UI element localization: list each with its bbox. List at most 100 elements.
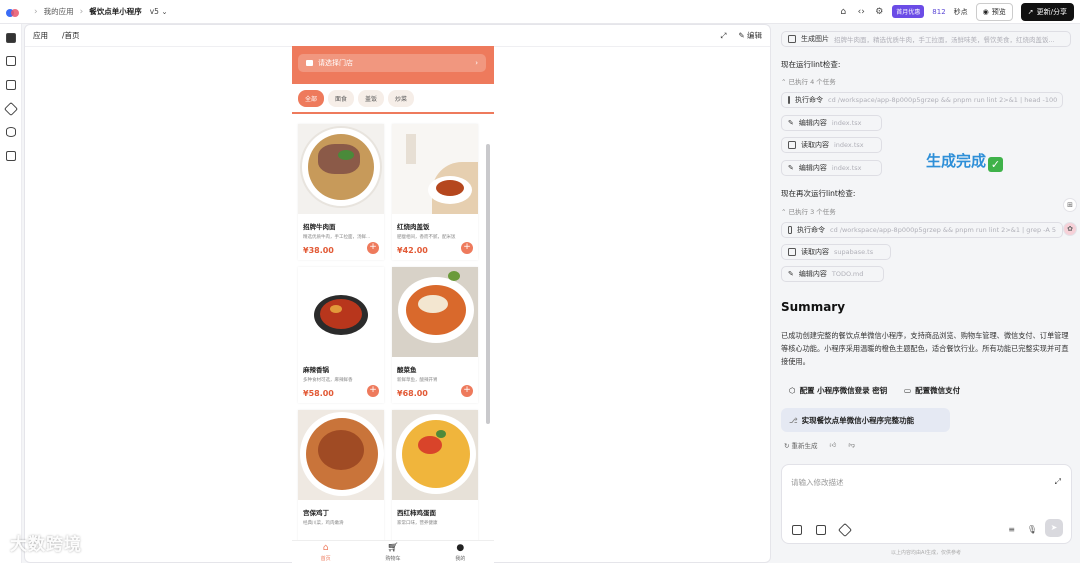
regenerate-button[interactable]: ↻ 重新生成 — [784, 440, 818, 450]
commit-item[interactable]: ⎇ 实现餐饮点单微信小程序完整功能 — [781, 408, 950, 432]
pencil-icon: ✎ — [788, 270, 794, 278]
store-label: 请选择门店 — [318, 59, 353, 67]
tab-label: 我的 — [455, 556, 466, 562]
dish-card[interactable]: 招牌牛肉面 精选优质牛肉，手工拉面，汤鲜... ¥38.00 + — [298, 124, 384, 260]
scrollbar[interactable] — [486, 144, 490, 424]
code-icon[interactable]: ‹› — [856, 7, 866, 17]
tab-cart[interactable]: 🛒︎ 购物车 — [359, 541, 426, 563]
task-generate-image[interactable]: 生成图片 招牌牛肉面，精选优质牛肉，手工拉面，汤鲜味美，餐饮美食，红烧肉盖饭..… — [781, 31, 1071, 47]
list-add-icon[interactable]: ≡ — [1008, 525, 1015, 534]
dish-name: 西红柿鸡蛋面 — [397, 509, 436, 517]
chart-icon[interactable] — [6, 151, 16, 161]
version-selector[interactable]: v5 ⌄ — [150, 7, 168, 16]
task-edit-content[interactable]: ✎ 编辑内容 index.tsx — [781, 115, 882, 131]
config-wechat-pay-button[interactable]: ▭ 配置微信支付 — [904, 385, 960, 396]
task-detail: index.tsx — [834, 141, 864, 149]
commit-label: 实现餐饮点单微信小程序完整功能 — [801, 415, 915, 425]
promo-badge[interactable]: 首月优惠 — [892, 5, 925, 18]
add-to-cart-button[interactable]: + — [367, 385, 379, 397]
edit-button[interactable]: ✎ 编辑 — [738, 30, 762, 41]
task-label: 执行命令 — [797, 226, 826, 234]
frame-tab-app[interactable]: 应用 — [33, 30, 48, 41]
lint-title: 现在运行lint检查: — [781, 60, 841, 69]
dish-desc: 新鲜草鱼，酸辣开胃 — [397, 378, 438, 383]
dish-image — [392, 124, 478, 214]
app-logo[interactable] — [6, 7, 20, 17]
breadcrumb-my-apps[interactable]: 我的应用 — [44, 6, 74, 17]
relint-title: 现在再次运行lint检查: — [781, 189, 856, 198]
phone-preview: 请选择门店 › 全部 面食 盖饭 炒菜 招牌牛肉面 精选优质牛肉，手工拉面，汤鲜… — [292, 46, 494, 563]
task-exec-command[interactable]: 执行命令 cd /workspace/app-8p000p5grzep && p… — [781, 92, 1063, 108]
task-detail: index.tsx — [831, 164, 862, 172]
summary-body: 已成功创建完整的餐饮点单微信小程序，支持商品浏览、购物车管理、微信支付、订单管理… — [781, 331, 1069, 366]
dish-card[interactable]: 红烧肉盖饭 肥瘦相间，香而不腻，配米饭 ¥42.00 + — [392, 124, 478, 260]
input-tools — [792, 522, 853, 538]
database-icon[interactable] — [6, 127, 16, 137]
task-exec-command[interactable]: 执行命令 cd /workspace/app-8p000p5grzep && p… — [781, 222, 1063, 238]
eye-icon: ◉ — [982, 7, 989, 16]
lint-meta-label: 已执行 4 个任务 — [788, 78, 836, 86]
lint-task-count[interactable]: ⌃ 已执行 4 个任务 — [781, 76, 836, 86]
microphone-icon[interactable]: 🎙︎ — [1027, 525, 1037, 534]
dish-card[interactable]: 麻辣香锅 多种食材可选，麻辣鲜香 ¥58.00 + — [298, 267, 384, 403]
send-button[interactable]: ➤ — [1045, 519, 1063, 537]
plugin-icon: ⬡ — [789, 386, 796, 395]
settings-icon[interactable]: ⚙ — [874, 7, 884, 17]
app-icon[interactable] — [6, 33, 16, 43]
frame-path[interactable]: /首页 — [62, 30, 80, 41]
image-upload-icon[interactable] — [816, 525, 826, 535]
share-button[interactable]: ➚ 更新/分享 — [1020, 2, 1074, 21]
task-label: 编辑内容 — [798, 164, 827, 172]
task-edit-content[interactable]: ✎ 编辑内容 index.tsx — [781, 160, 882, 176]
prompt-input-box[interactable]: 请输入修改描述 ⤢ ≡ 🎙︎ ➤ — [781, 464, 1072, 544]
component-icon[interactable] — [6, 80, 16, 90]
grid-icon[interactable]: ⊞ — [1063, 198, 1077, 212]
store-selector[interactable]: 请选择门店 › — [298, 54, 486, 72]
category-tab[interactable]: 炒菜 — [388, 89, 415, 107]
add-to-cart-button[interactable]: + — [461, 242, 473, 254]
config-login-key-button[interactable]: ⬡ 配置 小程序微信登录 密钥 — [789, 385, 887, 396]
dish-card[interactable]: 酸菜鱼 新鲜草鱼，酸辣开胃 ¥68.00 + — [392, 267, 478, 403]
card-icon: ▭ — [904, 386, 912, 395]
top-bar: › 我的应用 › 餐饮点单小程序 v5 ⌄ ⌂ ‹› ⚙ 首月优惠 812 秒点… — [0, 0, 1080, 24]
expand-icon[interactable]: ⤢ — [1055, 477, 1061, 487]
add-to-cart-button[interactable]: + — [461, 385, 473, 397]
task-label: 执行命令 — [795, 96, 823, 104]
preview-button[interactable]: ◉ 预览 — [975, 2, 1013, 21]
relint-meta-label: 已执行 3 个任务 — [788, 208, 836, 216]
summary-title: Summary — [781, 300, 846, 314]
task-read-content[interactable]: 读取内容 supabase.ts — [781, 244, 891, 260]
task-detail: supabase.ts — [834, 248, 874, 256]
tab-home[interactable]: ⌂ 首页 — [292, 541, 359, 563]
task-label: 读取内容 — [801, 248, 829, 256]
category-tab[interactable]: 盖饭 — [358, 89, 385, 107]
relint-task-count[interactable]: ⌃ 已执行 3 个任务 — [781, 206, 836, 216]
thumbs-down-icon[interactable]: 👎︎ — [848, 441, 855, 449]
thumbs-up-icon[interactable]: 👍︎ — [830, 441, 837, 449]
dish-card[interactable]: 西红柿鸡蛋面 家常口味，营养健康 — [392, 410, 478, 546]
file-icon[interactable] — [6, 56, 16, 66]
preview-label: 预览 — [991, 7, 1006, 16]
plugin-icon[interactable] — [3, 101, 19, 117]
task-read-content[interactable]: 读取内容 index.tsx — [781, 137, 882, 153]
dish-desc: 精选优质牛肉，手工拉面，汤鲜... — [303, 235, 371, 240]
phone-tabbar: ⌂ 首页 🛒︎ 购物车 ● 我的 — [292, 540, 494, 563]
dish-image — [298, 267, 384, 357]
home-icon: ⌂ — [322, 543, 329, 553]
tab-profile[interactable]: ● 我的 — [427, 541, 494, 563]
plugin-icon[interactable] — [837, 522, 853, 538]
add-to-cart-button[interactable]: + — [367, 242, 379, 254]
gift-icon[interactable]: ⌂ — [838, 7, 848, 17]
task-edit-content[interactable]: ✎ 编辑内容 TODO.md — [781, 266, 884, 282]
tab-label: 购物车 — [385, 556, 401, 562]
completion-text: 生成完成 — [926, 152, 987, 170]
category-tab[interactable]: 全部 — [298, 89, 325, 107]
expand-icon[interactable]: ⤢ — [720, 31, 726, 41]
category-tab[interactable]: 面食 — [328, 89, 355, 107]
task-detail: index.tsx — [831, 119, 862, 127]
dish-card[interactable]: 宫保鸡丁 经典川菜，鸡肉嫩滑 — [298, 410, 384, 546]
tool-icon[interactable] — [792, 525, 802, 535]
breadcrumb-app-name[interactable]: 餐饮点单小程序 — [89, 6, 142, 17]
assistant-icon[interactable]: ✿ — [1063, 222, 1077, 236]
pencil-icon: ✎ — [788, 119, 794, 127]
